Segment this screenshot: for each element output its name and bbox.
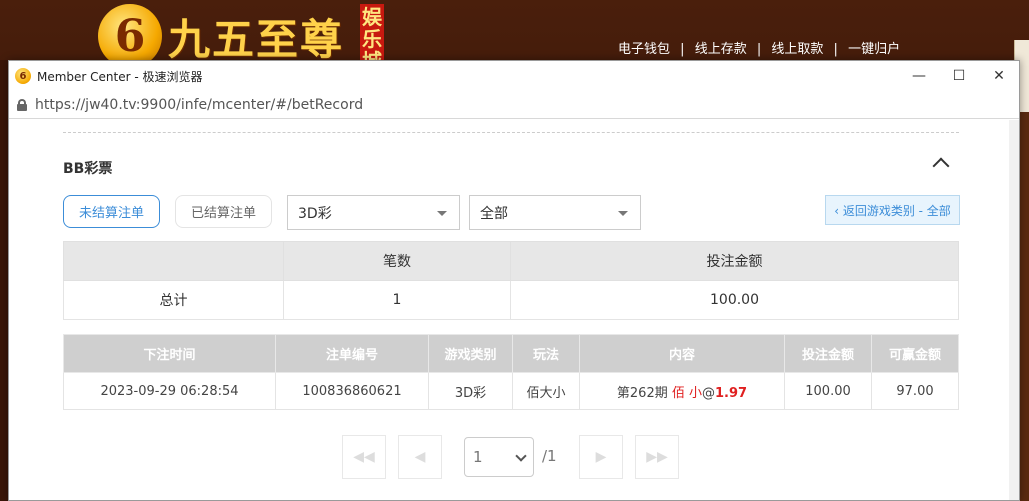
bet-id: 100836860621 (275, 372, 429, 410)
nav-withdraw[interactable]: 线上取款 (771, 42, 823, 57)
divider (63, 132, 959, 133)
page-select-value: 1 (473, 448, 483, 466)
caret-down-icon (618, 211, 628, 216)
header-bet-amount: 投注金额 (784, 334, 872, 373)
header-bet-id: 注单编号 (275, 334, 429, 373)
vertical-scrollbar[interactable] (1009, 120, 1019, 500)
bet-time: 2023-09-29 06:28:54 (63, 372, 276, 410)
summary-row: 总计 1 100.00 (63, 280, 959, 320)
settled-tab-button[interactable]: 已结算注单 (175, 195, 272, 228)
summary-header-count: 笔数 (283, 241, 511, 281)
nav-deposit[interactable]: 线上存款 (695, 42, 747, 57)
header-win-amount: 可赢金额 (871, 334, 959, 373)
page-total: /1 (542, 447, 557, 465)
summary-header-blank (63, 241, 284, 281)
first-page-button[interactable]: ◀◀ (342, 435, 386, 479)
next-page-button[interactable]: ▶ (579, 435, 623, 479)
bet-play: 佰大小 (512, 372, 580, 410)
chevron-down-icon (515, 450, 527, 462)
site-top-nav: 电子钱包 | 线上存款 | 线上取款 | 一键归户 (618, 42, 901, 57)
unsettled-tab-button[interactable]: 未结算注单 (63, 195, 160, 228)
header-content: 内容 (579, 334, 785, 373)
bet-category: 3D彩 (428, 372, 513, 410)
range-select[interactable]: 全部 (469, 195, 641, 230)
app-logo-icon: 6 (15, 68, 31, 84)
window-title: Member Center - 极速浏览器 (37, 69, 203, 84)
pagination: ◀◀ ◀ 1 /1 ▶ ▶▶ (9, 435, 1019, 479)
minimize-button[interactable]: — (899, 61, 939, 91)
bet-content: 第262期 佰 小@1.97 (579, 372, 785, 410)
back-to-categories-button[interactable]: ‹ 返回游戏类别 - 全部 (825, 195, 960, 225)
summary-header-amount: 投注金额 (510, 241, 959, 281)
bet-records-table: 下注时间 注单编号 游戏类别 玩法 内容 投注金额 可赢金额 2023-09-2… (63, 334, 959, 410)
range-value: 全部 (480, 205, 508, 222)
title-bar[interactable]: 6 Member Center - 极速浏览器 — ☐ ✕ (9, 61, 1019, 91)
page-content: BB彩票 未结算注单 已结算注单 3D彩 全部 ‹ 返回游戏类别 - 全部 笔数… (9, 120, 1019, 500)
game-type-value: 3D彩 (298, 205, 332, 222)
site-logo-badge: 6 (98, 4, 162, 68)
nav-consolidate[interactable]: 一键归户 (848, 42, 900, 57)
summary-label: 总计 (63, 280, 284, 320)
window-controls: — ☐ ✕ (899, 61, 1019, 91)
summary-header-row: 笔数 投注金额 (63, 241, 959, 281)
site-logo-text: 九五至尊 (168, 15, 345, 64)
caret-down-icon (437, 211, 447, 216)
maximize-button[interactable]: ☐ (939, 61, 979, 91)
content-pick: 佰 小 (671, 385, 703, 401)
game-type-select[interactable]: 3D彩 (287, 195, 460, 230)
nav-ewallet[interactable]: 电子钱包 (618, 42, 670, 57)
header-bet-time: 下注时间 (63, 334, 276, 373)
content-at: @ (702, 385, 716, 401)
section-title: BB彩票 (63, 161, 113, 177)
url-text[interactable]: https://jw40.tv:9900/infe/mcenter/#/betR… (35, 97, 363, 113)
content-odds: 1.97 (715, 385, 748, 401)
chevron-up-icon[interactable] (931, 154, 951, 170)
prev-page-button[interactable]: ◀ (398, 435, 442, 479)
address-bar[interactable]: https://jw40.tv:9900/infe/mcenter/#/betR… (9, 91, 1019, 119)
summary-table: 笔数 投注金额 总计 1 100.00 (63, 241, 959, 320)
page-select[interactable]: 1 (464, 437, 534, 477)
lock-icon (17, 98, 27, 111)
site-logo-sub: 娱 乐 城 (360, 4, 384, 72)
site-left-edge (0, 60, 8, 501)
table-row: 2023-09-29 06:28:54 100836860621 3D彩 佰大小… (63, 372, 959, 410)
browser-window: 6 Member Center - 极速浏览器 — ☐ ✕ https://jw… (8, 60, 1020, 501)
bet-header-row: 下注时间 注单编号 游戏类别 玩法 内容 投注金额 可赢金额 (63, 334, 959, 373)
content-period: 第262期 (616, 385, 668, 401)
header-play-type: 玩法 (512, 334, 580, 373)
summary-count: 1 (283, 280, 511, 320)
last-page-button[interactable]: ▶▶ (635, 435, 679, 479)
close-button[interactable]: ✕ (979, 61, 1019, 91)
header-game-category: 游戏类别 (428, 334, 513, 373)
summary-amount: 100.00 (510, 280, 959, 320)
win-amount: 97.00 (871, 372, 959, 410)
bet-amount: 100.00 (784, 372, 872, 410)
